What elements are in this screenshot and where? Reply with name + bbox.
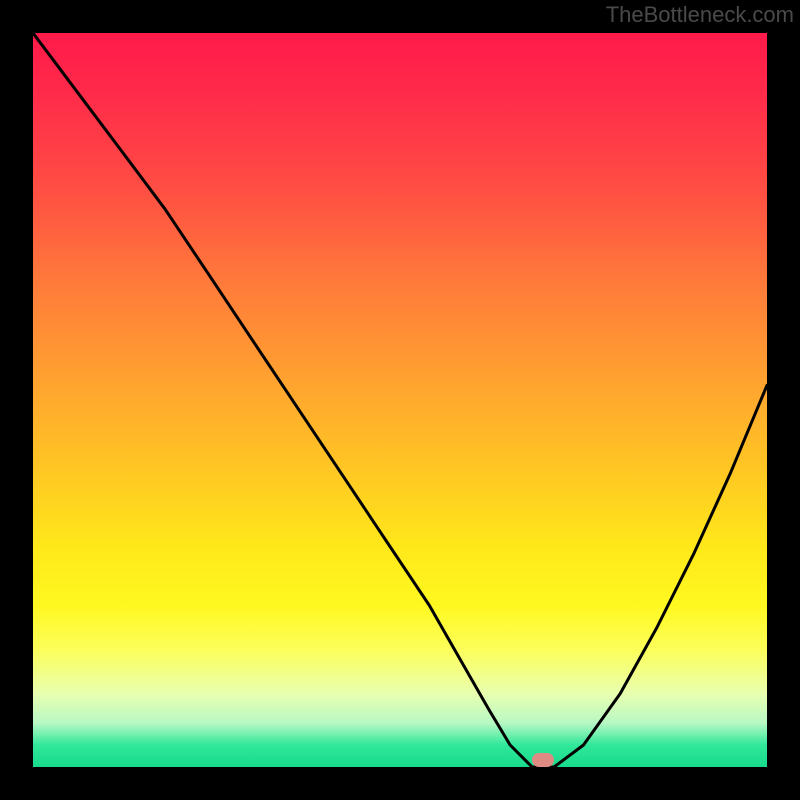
- plot-area: [33, 33, 767, 767]
- chart-container: TheBottleneck.com: [0, 0, 800, 800]
- optimum-marker: [532, 753, 554, 767]
- bottleneck-curve: [33, 33, 767, 767]
- watermark-text: TheBottleneck.com: [606, 2, 794, 28]
